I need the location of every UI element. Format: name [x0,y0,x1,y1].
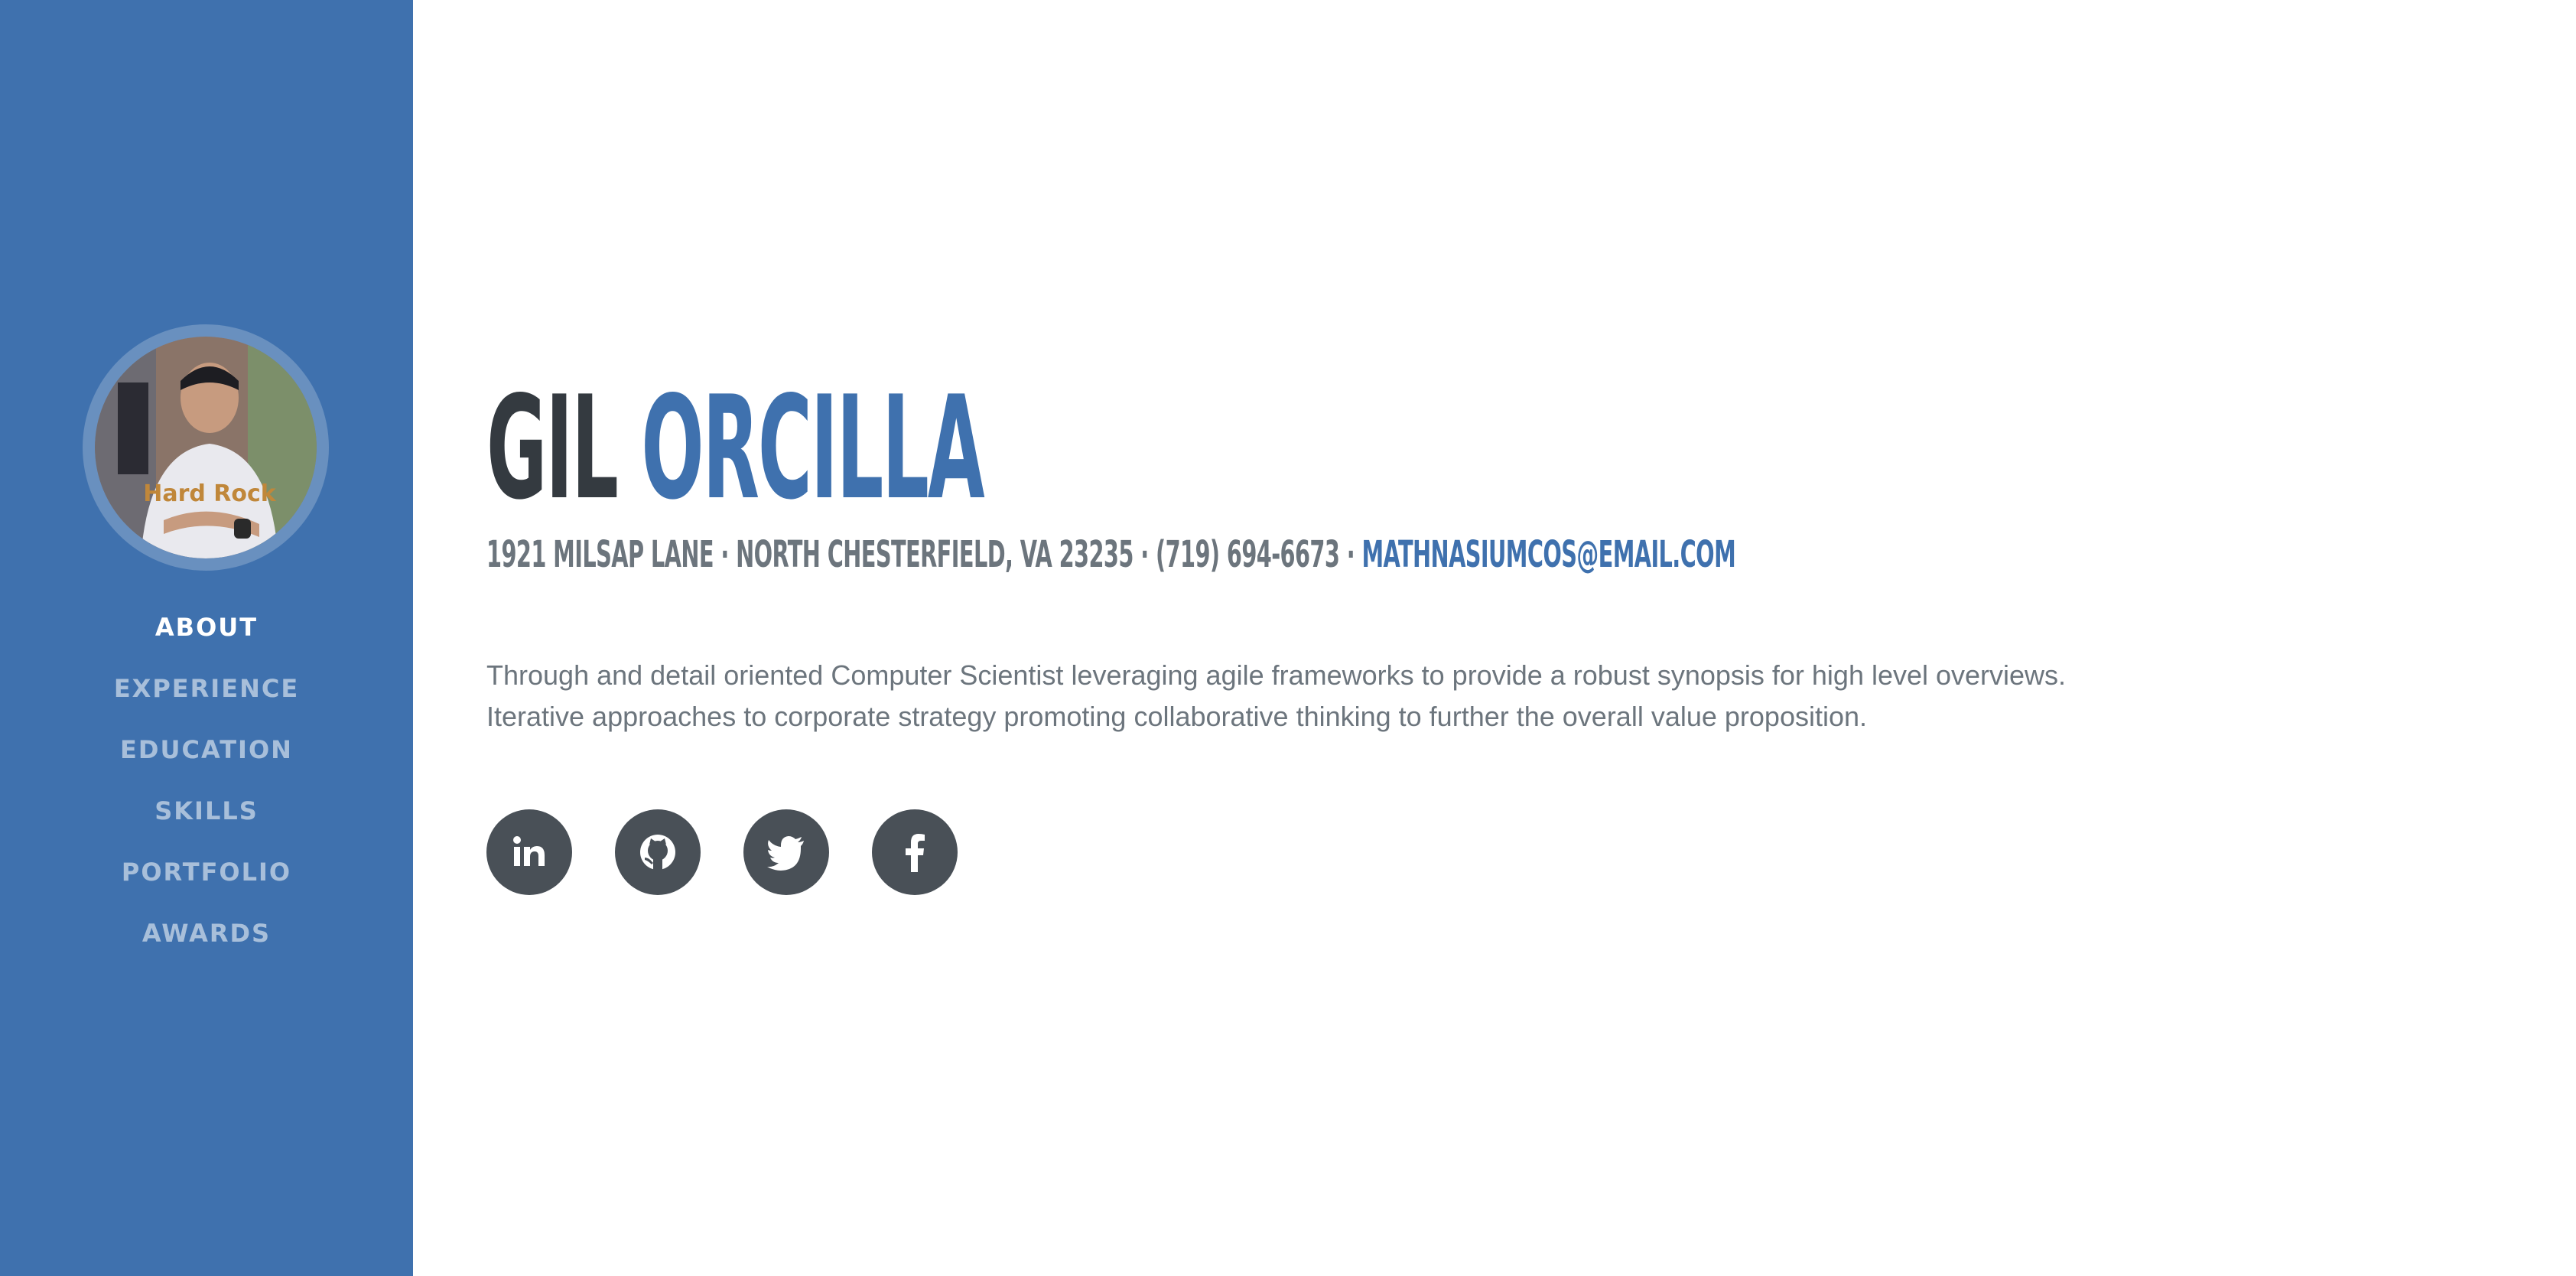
facebook-icon [906,834,925,872]
github-button[interactable] [615,809,701,895]
nav-item-education[interactable]: EDUCATION [0,719,413,780]
about-text: Through and detail oriented Computer Sci… [486,655,2246,737]
svg-text:Hard Rock: Hard Rock [143,480,277,507]
contact-address: 1921 MILSAP LANE · NORTH CHESTERFIELD, V… [486,533,1362,576]
nav-item-skills[interactable]: SKILLS [0,780,413,841]
facebook-button[interactable] [872,809,958,895]
linkedin-button[interactable] [486,809,572,895]
about-section: GIL ORCILLA 1921 MILSAP LANE · NORTH CHE… [486,0,2552,1276]
twitter-icon [767,836,804,871]
about-line-1: Through and detail oriented Computer Sci… [486,659,2067,691]
avatar: Hard Rock [95,337,317,558]
social-icons [486,809,958,895]
twitter-button[interactable] [743,809,829,895]
nav-item-awards[interactable]: AWARDS [0,903,413,964]
sidebar: Hard Rock ABOUT EXPERIENCE EDUCATION SKI… [0,0,413,1276]
page-title: GIL ORCILLA [486,372,985,525]
sidebar-nav: ABOUT EXPERIENCE EDUCATION SKILLS PORTFO… [0,597,413,964]
email-link[interactable]: MATHNASIUMCOS@EMAIL.COM [1362,533,1736,576]
linkedin-icon [513,836,545,866]
nav-item-portfolio[interactable]: PORTFOLIO [0,841,413,903]
nav-item-experience[interactable]: EXPERIENCE [0,658,413,719]
last-name: ORCILLA [641,365,984,531]
avatar-ring: Hard Rock [83,324,329,571]
github-icon [640,835,675,871]
contact-line: 1921 MILSAP LANE · NORTH CHESTERFIELD, V… [486,528,1736,581]
first-name: GIL [486,365,619,531]
nav-item-about[interactable]: ABOUT [0,597,413,658]
about-line-2: Iterative approaches to corporate strate… [486,701,1868,732]
